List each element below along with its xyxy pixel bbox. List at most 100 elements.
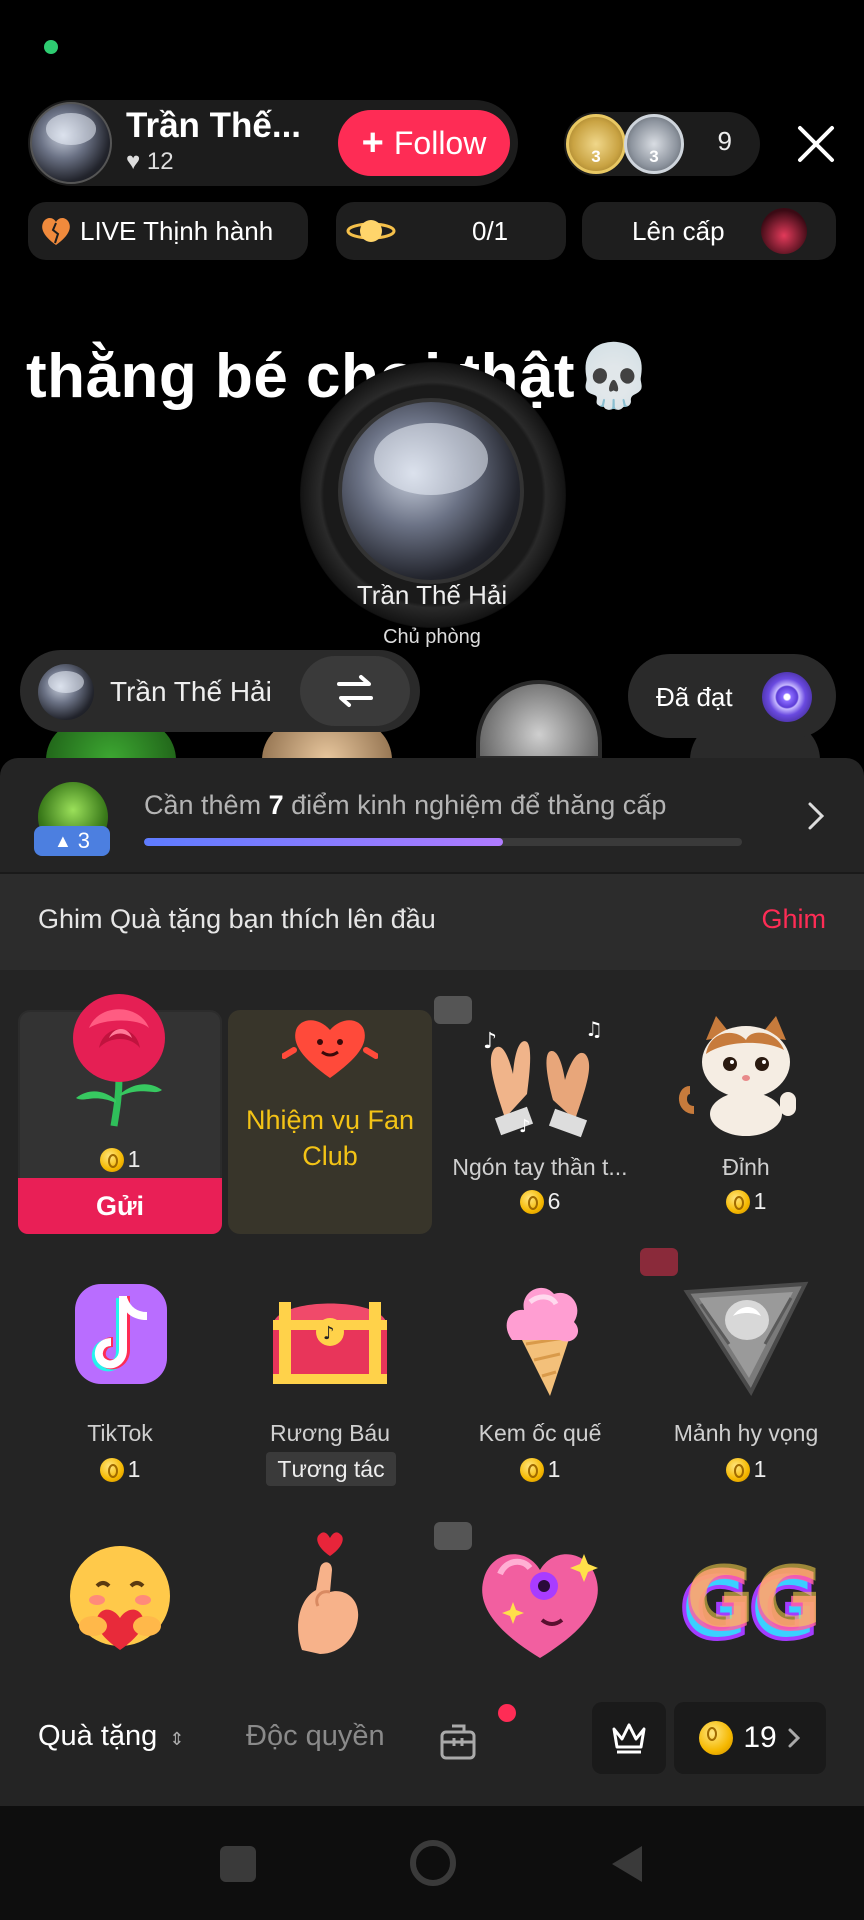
fan-club-task-label: Nhiệm vụ Fan Club xyxy=(245,1105,415,1171)
coin-icon xyxy=(519,1457,544,1482)
subscription-button[interactable] xyxy=(592,1702,666,1774)
coin-icon xyxy=(519,1189,544,1214)
video-gift-badge-icon xyxy=(434,1522,472,1550)
send-gift-button[interactable]: Gửi xyxy=(18,1178,222,1234)
guest-seat[interactable] xyxy=(476,680,602,760)
coin-icon xyxy=(99,1457,124,1482)
gift-name: Ngón tay thần t... xyxy=(452,1154,628,1180)
gift-cell[interactable]: ♪ ♫ ♪ Ngón tay thần t... 6 xyxy=(434,994,642,1220)
host-seat-avatar[interactable] xyxy=(338,398,524,584)
gift-price: 1 xyxy=(644,1456,848,1483)
achieved-label: Đã đạt xyxy=(656,682,733,712)
host-seat-name: Trần Thế Hải xyxy=(356,580,508,610)
recipient-name: Trần Thế Hải xyxy=(110,676,272,707)
finger-heart-icon xyxy=(298,1532,359,1654)
hug-emoji-icon xyxy=(70,1546,170,1650)
coin-icon xyxy=(99,1147,124,1172)
status-dot xyxy=(44,40,58,54)
gg-icon: GG GG GG xyxy=(678,1556,816,1656)
target-icon xyxy=(762,672,812,722)
achieved-pill[interactable]: Đã đạt xyxy=(628,654,836,738)
gift-box-icon[interactable] xyxy=(438,1722,478,1762)
host-info-pill[interactable]: Trần Thế... ♥ 12 + Follow xyxy=(28,100,518,186)
top-viewer-rank: 3 xyxy=(649,147,659,166)
user-level-badge: ▲ 3 xyxy=(34,826,110,856)
follow-button[interactable]: + Follow xyxy=(338,110,510,176)
gift-cell[interactable] xyxy=(18,1520,222,1670)
experience-suffix: điểm kinh nghiệm để thăng cấp xyxy=(283,790,667,820)
crown-icon xyxy=(612,1723,646,1754)
level-arrow-icon: ▲ xyxy=(53,830,72,851)
recent-apps-button[interactable] xyxy=(220,1846,256,1882)
svg-text:♪: ♪ xyxy=(519,1116,531,1137)
timer-badge-icon xyxy=(640,1248,678,1276)
pin-button[interactable]: Ghim xyxy=(761,904,826,935)
gift-name: TikTok xyxy=(87,1420,153,1446)
recipient-avatar xyxy=(38,664,94,720)
gift-name: Đỉnh xyxy=(722,1154,770,1180)
level-up-label: Lên cấp xyxy=(632,215,725,246)
experience-text[interactable]: Cần thêm 7 điểm kinh nghiệm để thăng cấp xyxy=(144,790,666,821)
gift-cell[interactable]: Mảnh hy vọng 1 xyxy=(640,1248,848,1483)
gift-cell[interactable]: Đỉnh 1 xyxy=(644,994,848,1220)
svg-text:♪: ♪ xyxy=(483,1029,497,1054)
gift-name: Mảnh hy vọng xyxy=(673,1420,819,1446)
fan-club-task-cell[interactable]: Nhiệm vụ Fan Club xyxy=(228,1010,432,1234)
gift-cell[interactable]: TikTok 1 xyxy=(18,1254,222,1483)
gift-cell[interactable] xyxy=(434,1520,642,1670)
level-up-avatar xyxy=(760,208,807,254)
gift-price: 1 xyxy=(438,1456,642,1483)
top-viewers[interactable]: 3 3 9 xyxy=(564,112,760,176)
cat-thumbs-up-icon xyxy=(679,1016,796,1136)
gift-price-value: 1 xyxy=(127,1456,141,1482)
gift-cell[interactable]: GG GG GG xyxy=(644,1520,848,1670)
rose-icon xyxy=(73,994,165,1127)
tab-exclusive[interactable]: Độc quyền xyxy=(246,1720,385,1753)
top-viewer-rank: 3 xyxy=(591,147,601,166)
svg-text:GG: GG xyxy=(686,1556,816,1646)
gift-cell[interactable]: ♪ Rương Báu xyxy=(228,1254,432,1480)
svg-text:♫: ♫ xyxy=(585,1017,603,1041)
sort-icon: ⇕ xyxy=(169,1729,185,1749)
trending-label: LIVE Thịnh hành xyxy=(80,215,274,246)
swap-arrows-icon xyxy=(337,675,373,707)
host-avatar[interactable] xyxy=(30,102,112,184)
chevron-right-icon xyxy=(788,1728,800,1748)
level-up-pill[interactable]: Lên cấp xyxy=(582,202,836,260)
coin-icon xyxy=(725,1457,750,1482)
gift-recipient-pill[interactable]: Trần Thế Hải xyxy=(20,650,420,732)
user-level: 3 xyxy=(77,828,91,853)
heart-icon: ♥ xyxy=(126,148,141,175)
gift-price-value: 1 xyxy=(753,1456,767,1482)
tab-gifts[interactable]: Quà tặng ⇕ xyxy=(38,1720,184,1753)
tiktok-icon xyxy=(75,1284,167,1384)
host-name: Trần Thế... xyxy=(126,106,302,145)
system-navigation-bar xyxy=(0,1806,864,1920)
switch-recipient-button[interactable] xyxy=(300,656,410,726)
experience-prefix: Cần thêm xyxy=(144,790,269,820)
gift-cell[interactable]: Kem ốc quế 1 xyxy=(438,1254,642,1483)
treasure-chest-icon: ♪ xyxy=(273,1302,387,1384)
follow-label: Follow xyxy=(393,124,487,161)
gift-price: 1 xyxy=(18,1456,222,1483)
viewer-count: 9 xyxy=(717,126,732,156)
back-button[interactable] xyxy=(610,1844,644,1884)
top-viewer-badge[interactable]: 3 xyxy=(624,114,684,174)
host-likes: ♥ 12 xyxy=(126,148,174,176)
gift-price: 1 xyxy=(644,1188,848,1215)
top-viewer-badge[interactable]: 3 xyxy=(566,114,626,174)
planet-icon xyxy=(346,220,396,242)
planet-task-pill[interactable]: 0/1 xyxy=(336,202,566,260)
coin-balance-button[interactable]: 19 xyxy=(674,1702,826,1774)
plus-icon: + xyxy=(361,121,384,164)
notification-dot xyxy=(498,1704,516,1722)
close-icon[interactable] xyxy=(796,124,836,164)
home-button[interactable] xyxy=(410,1840,456,1886)
gift-price-value: 1 xyxy=(547,1456,561,1482)
heart-icon xyxy=(282,1020,378,1078)
trending-live-pill[interactable]: LIVE Thịnh hành xyxy=(28,202,308,260)
gift-cell[interactable] xyxy=(228,1520,432,1670)
chevron-right-icon[interactable] xyxy=(806,800,826,832)
gift-price: 6 xyxy=(438,1188,642,1215)
broken-heart-icon xyxy=(42,218,70,245)
